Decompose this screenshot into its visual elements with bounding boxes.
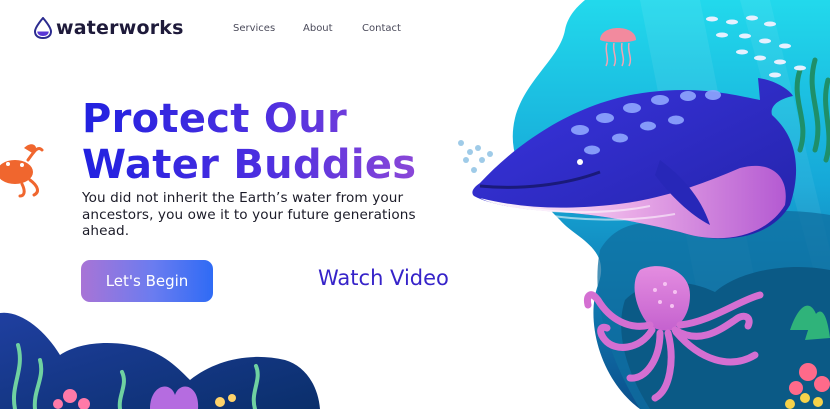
water-drop-icon [33, 17, 53, 39]
nav-link-contact[interactable]: Contact [362, 23, 401, 34]
hero-title: Protect Our Water Buddies [82, 96, 416, 188]
hero-title-line-2: Water Buddies [82, 142, 417, 188]
brand-name: waterworks [56, 17, 184, 39]
watch-video-link[interactable]: Watch Video [318, 266, 449, 290]
brand-logo[interactable]: waterworks [33, 17, 184, 39]
nav-link-services[interactable]: Services [233, 23, 275, 34]
lets-begin-button[interactable]: Let's Begin [81, 260, 213, 302]
top-nav: waterworks Services About Contact [0, 0, 830, 60]
nav-link-about[interactable]: About [303, 23, 333, 34]
hero-subtitle: You did not inherit the Earth’s water fr… [82, 190, 416, 239]
hero-title-line-1: Protect Our [82, 96, 348, 142]
